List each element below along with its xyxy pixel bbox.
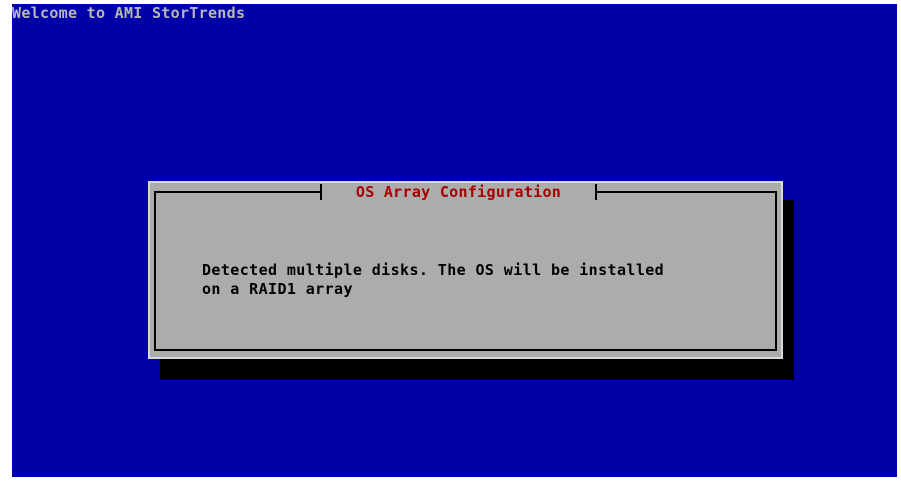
dialog-message: Detected multiple disks. The OS will be … bbox=[202, 261, 664, 299]
title-right-tick bbox=[595, 184, 597, 200]
installer-screen: Welcome to AMI StorTrends OS Array Confi… bbox=[12, 4, 897, 477]
dialog-frame-top-right bbox=[595, 191, 777, 193]
dialog-title: OS Array Configuration bbox=[355, 183, 562, 201]
dialog-title-bar: OS Array Configuration bbox=[320, 182, 597, 204]
os-array-configuration-dialog: OS Array Configuration Detected multiple… bbox=[148, 181, 783, 359]
welcome-banner: Welcome to AMI StorTrends bbox=[12, 4, 246, 22]
dialog-message-line-1: Detected multiple disks. The OS will be … bbox=[202, 261, 665, 279]
dialog-message-line-2: on a RAID1 array bbox=[202, 280, 353, 298]
dialog-frame-top-left bbox=[154, 191, 320, 193]
